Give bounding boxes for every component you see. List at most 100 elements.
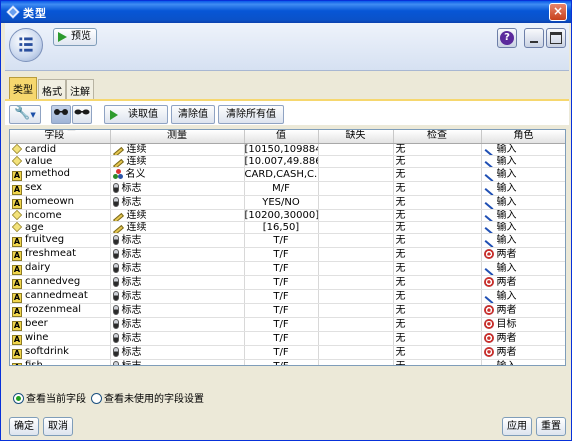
- role-cell[interactable]: 输入: [481, 195, 565, 210]
- values-cell[interactable]: T/F: [244, 317, 319, 332]
- missing-cell[interactable]: [318, 181, 394, 196]
- read-values-button[interactable]: 读取值: [104, 105, 168, 124]
- values-cell[interactable]: [16,50]: [244, 221, 319, 234]
- measure-cell[interactable]: 标志: [110, 275, 245, 290]
- values-cell[interactable]: T/F: [244, 303, 319, 318]
- help-button[interactable]: ?: [497, 28, 517, 48]
- role-cell[interactable]: 输入: [481, 261, 565, 276]
- missing-cell[interactable]: [318, 209, 394, 222]
- role-cell[interactable]: 输入: [481, 233, 565, 248]
- table-row[interactable]: Ahomeown 标志 YES/NO 无 输入: [10, 195, 565, 210]
- tab-format[interactable]: 格式: [38, 79, 66, 99]
- table-row[interactable]: Asoftdrink 标志 T/F 无 两者: [10, 345, 565, 360]
- values-cell[interactable]: M/F: [244, 181, 319, 196]
- check-cell[interactable]: 无: [393, 181, 482, 196]
- role-cell[interactable]: 输入: [481, 289, 565, 304]
- missing-cell[interactable]: [318, 155, 394, 168]
- title-bar[interactable]: 类型 ×: [1, 1, 571, 23]
- measure-cell[interactable]: 标志: [110, 289, 245, 304]
- check-cell[interactable]: 无: [393, 261, 482, 276]
- field-cell[interactable]: Afruitveg: [10, 233, 111, 248]
- missing-cell[interactable]: [318, 221, 394, 234]
- measure-cell[interactable]: 标志: [110, 359, 245, 365]
- check-cell[interactable]: 无: [393, 317, 482, 332]
- missing-cell[interactable]: [318, 303, 394, 318]
- measure-cell[interactable]: 标志: [110, 317, 245, 332]
- missing-cell[interactable]: [318, 167, 394, 182]
- missing-cell[interactable]: [318, 345, 394, 360]
- close-button[interactable]: ×: [549, 3, 567, 21]
- column-header-values[interactable]: 值: [244, 130, 319, 144]
- hide-glasses-button[interactable]: [72, 105, 92, 124]
- wrench-menu-button[interactable]: 🔧▼: [9, 105, 41, 124]
- table-row[interactable]: Afrozenmeal 标志 T/F 无 两者: [10, 303, 565, 318]
- values-cell[interactable]: CARD,CASH,C...: [244, 167, 319, 182]
- role-cell[interactable]: 输入: [481, 359, 565, 365]
- apply-button[interactable]: 应用: [502, 417, 532, 436]
- measure-cell[interactable]: 标志: [110, 181, 245, 196]
- check-cell[interactable]: 无: [393, 221, 482, 234]
- missing-cell[interactable]: [318, 289, 394, 304]
- view-current-fields-radio[interactable]: 查看当前字段: [13, 390, 86, 405]
- check-cell[interactable]: 无: [393, 233, 482, 248]
- role-cell[interactable]: 两者: [481, 303, 565, 318]
- field-cell[interactable]: Afrozenmeal: [10, 303, 111, 318]
- table-row[interactable]: Acannedveg 标志 T/F 无 两者: [10, 275, 565, 290]
- view-glasses-button[interactable]: [51, 105, 71, 124]
- missing-cell[interactable]: [318, 233, 394, 248]
- column-header-measure[interactable]: 测量: [110, 130, 245, 144]
- missing-cell[interactable]: [318, 143, 394, 156]
- column-header-role[interactable]: 角色: [481, 130, 565, 144]
- column-header-field[interactable]: 字段 ▔: [10, 130, 111, 144]
- role-cell[interactable]: 两者: [481, 331, 565, 346]
- values-cell[interactable]: [10200,30000]: [244, 209, 319, 222]
- field-cell[interactable]: Awine: [10, 331, 111, 346]
- table-row[interactable]: Adairy 标志 T/F 无 输入: [10, 261, 565, 276]
- measure-cell[interactable]: 连续: [110, 143, 245, 156]
- values-cell[interactable]: T/F: [244, 345, 319, 360]
- field-cell[interactable]: Acannedveg: [10, 275, 111, 290]
- missing-cell[interactable]: [318, 195, 394, 210]
- maximize-button[interactable]: [546, 28, 566, 48]
- values-cell[interactable]: T/F: [244, 289, 319, 304]
- view-unused-fields-radio[interactable]: 查看未使用的字段设置: [91, 390, 204, 405]
- missing-cell[interactable]: [318, 317, 394, 332]
- role-cell[interactable]: 输入: [481, 221, 565, 234]
- table-row[interactable]: income 连续 [10200,30000] 无 输入: [10, 209, 565, 222]
- missing-cell[interactable]: [318, 261, 394, 276]
- check-cell[interactable]: 无: [393, 345, 482, 360]
- role-cell[interactable]: 输入: [481, 209, 565, 222]
- missing-cell[interactable]: [318, 247, 394, 262]
- role-cell[interactable]: 输入: [481, 143, 565, 156]
- table-row[interactable]: Afish 标志 T/F 无 输入: [10, 359, 565, 365]
- field-cell[interactable]: Afish: [10, 359, 111, 365]
- check-cell[interactable]: 无: [393, 331, 482, 346]
- table-row[interactable]: Asex 标志 M/F 无 输入: [10, 181, 565, 196]
- field-cell[interactable]: income: [10, 209, 111, 222]
- measure-cell[interactable]: 标志: [110, 195, 245, 210]
- reset-button[interactable]: 重置: [536, 417, 566, 436]
- values-cell[interactable]: T/F: [244, 233, 319, 248]
- field-cell[interactable]: Asoftdrink: [10, 345, 111, 360]
- field-cell[interactable]: Ahomeown: [10, 195, 111, 210]
- field-cell[interactable]: Asex: [10, 181, 111, 196]
- role-cell[interactable]: 两者: [481, 247, 565, 262]
- measure-cell[interactable]: 连续: [110, 209, 245, 222]
- field-cell[interactable]: cardid: [10, 143, 111, 156]
- tab-type[interactable]: 类型: [9, 77, 37, 99]
- measure-cell[interactable]: 标志: [110, 247, 245, 262]
- measure-cell[interactable]: 标志: [110, 303, 245, 318]
- measure-cell[interactable]: 标志: [110, 233, 245, 248]
- check-cell[interactable]: 无: [393, 155, 482, 168]
- measure-cell[interactable]: 连续: [110, 155, 245, 168]
- column-header-missing[interactable]: 缺失: [318, 130, 394, 144]
- cancel-button[interactable]: 取消: [43, 417, 73, 436]
- missing-cell[interactable]: [318, 275, 394, 290]
- field-cell[interactable]: Afreshmeat: [10, 247, 111, 262]
- table-row[interactable]: Awine 标志 T/F 无 两者: [10, 331, 565, 346]
- missing-cell[interactable]: [318, 331, 394, 346]
- measure-cell[interactable]: 标志: [110, 261, 245, 276]
- measure-cell[interactable]: 名义: [110, 167, 245, 182]
- role-cell[interactable]: 目标: [481, 317, 565, 332]
- table-row[interactable]: cardid 连续 [10150,109884] 无 输入: [10, 143, 565, 156]
